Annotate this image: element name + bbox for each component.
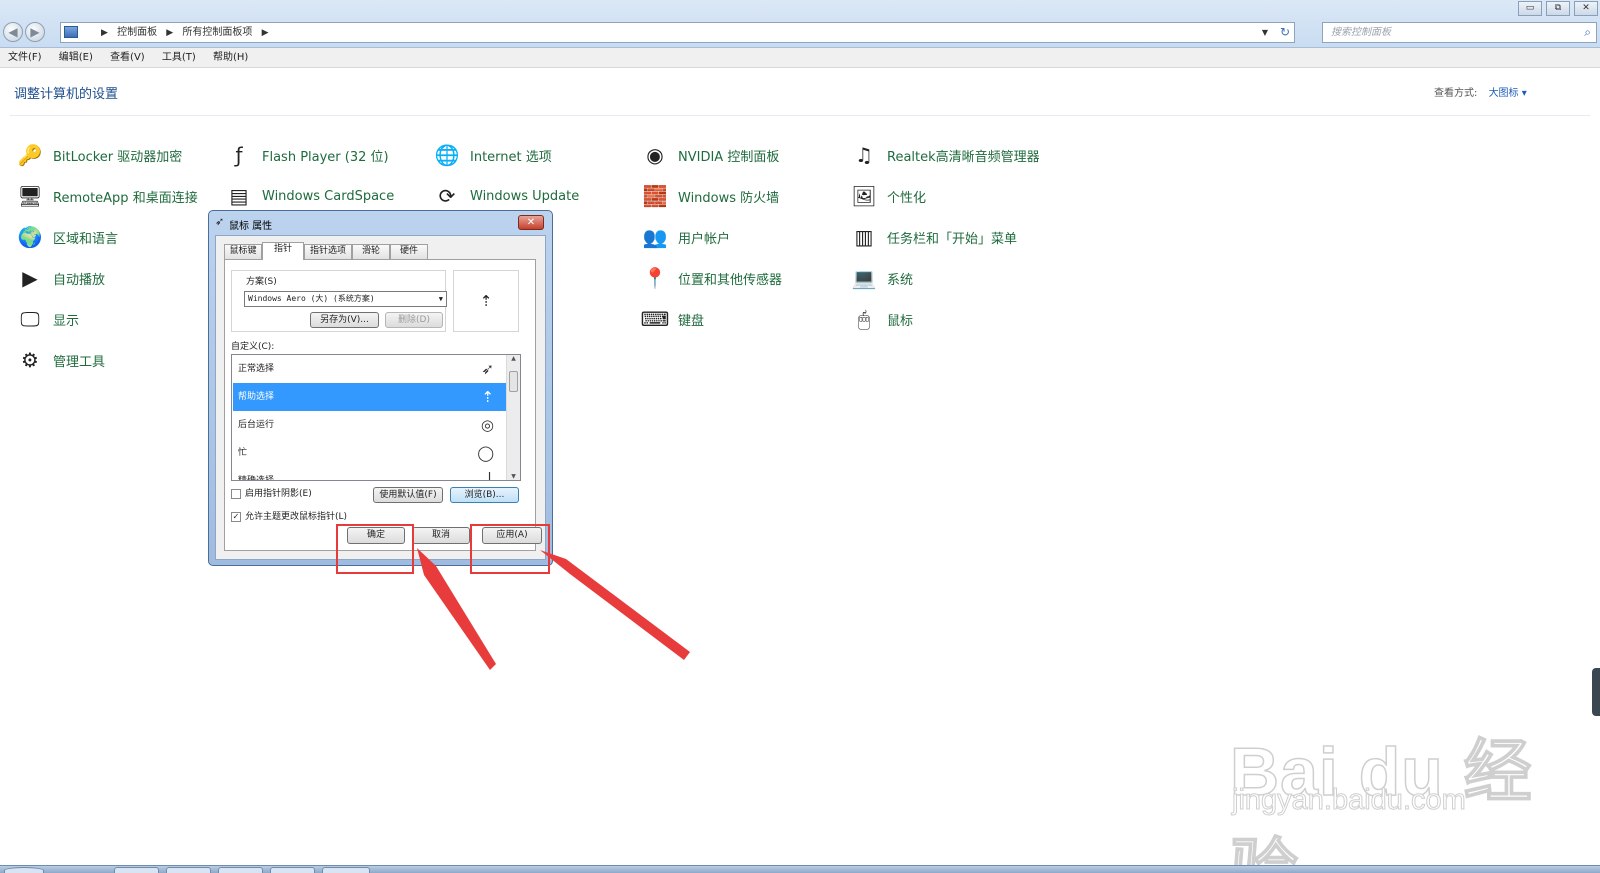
- arrow-to-apply-icon: [540, 550, 690, 660]
- taskbar-ie-icon[interactable]: [114, 867, 159, 873]
- start-orb-icon[interactable]: [4, 867, 44, 873]
- taskbar: [0, 865, 1600, 873]
- side-gadget-handle[interactable]: [1592, 668, 1600, 716]
- taskbar-mouse-icon[interactable]: [322, 867, 370, 873]
- taskbar-app-icon[interactable]: [218, 867, 263, 873]
- taskbar-control-panel-icon[interactable]: [270, 867, 315, 873]
- taskbar-folder-icon[interactable]: [166, 867, 211, 873]
- tab-pointers[interactable]: 指针: [262, 242, 304, 260]
- baidu-watermark-url: jingyan.baidu.com: [1232, 784, 1467, 817]
- arrow-to-ok-icon: [417, 548, 496, 670]
